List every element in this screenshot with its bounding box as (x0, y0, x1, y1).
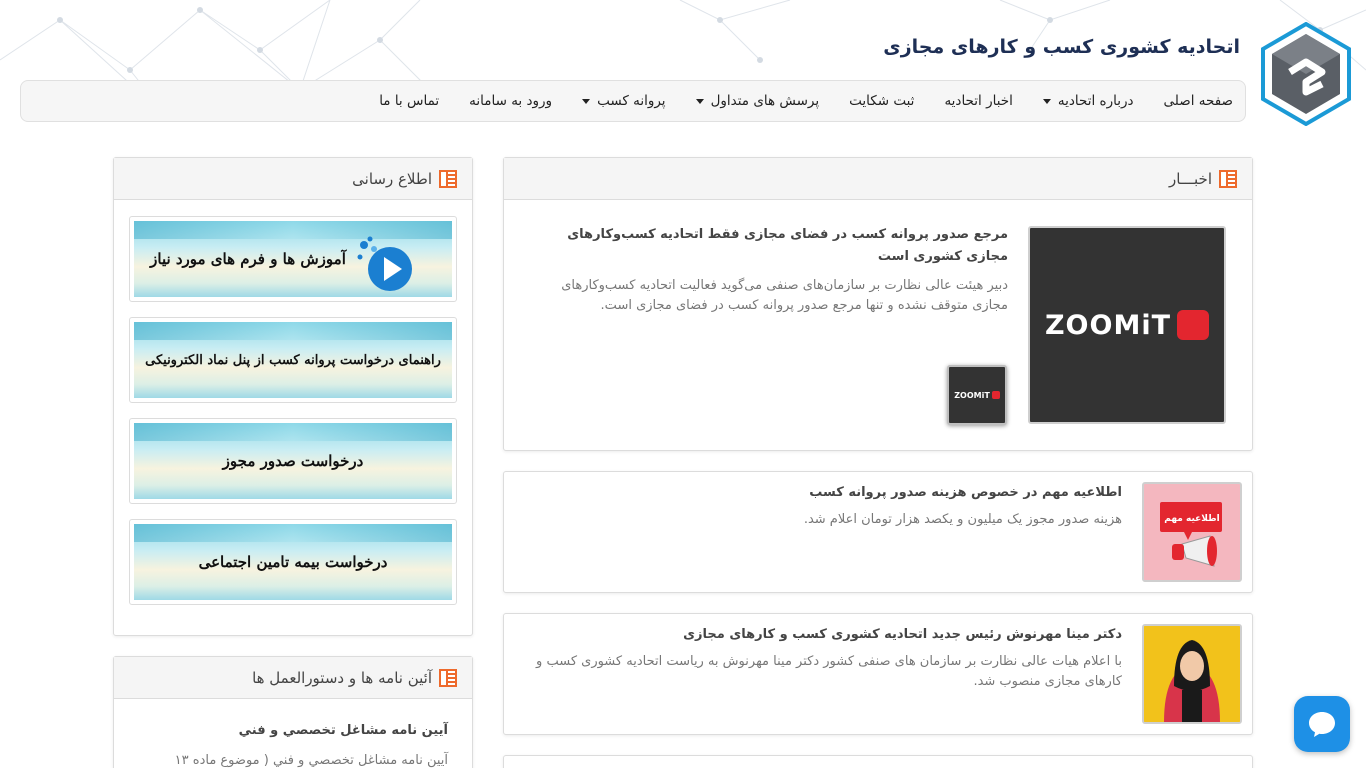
site-title[interactable]: اتحادیه کشوری کسب و کارهای مجازی (883, 36, 1240, 58)
news-item-text: دکتر مینا مهرنوش رئیس جدید اتحادیه کشوری… (512, 624, 1122, 692)
banner-label: درخواست صدور مجوز (222, 452, 364, 470)
news-list-item (503, 755, 1253, 768)
banner-background: درخواست بیمه تامین اجتماعی (134, 524, 452, 600)
info-panel-header: اطلاع رسانی (114, 158, 472, 200)
featured-news-text: مرجع صدور پروانه کسب در فضای مجازی فقط ا… (528, 224, 1008, 316)
newspaper-icon (1219, 169, 1237, 188)
chat-button[interactable] (1294, 696, 1350, 752)
nav-item-faq[interactable]: پرسش های متداول (695, 93, 819, 109)
featured-news-thumbnail[interactable]: ZOOMiT (947, 365, 1007, 425)
banner-background: راهنمای درخواست پروانه کسب از پنل نماد ا… (134, 322, 452, 398)
main-navbar: صفحه اصلی درباره اتحادیه اخبار اتحادیه ث… (20, 80, 1246, 122)
banner-background: آموزش ها و فرم های مورد نیاز (134, 221, 452, 297)
newspaper-icon (439, 169, 457, 188)
megaphone-icon (1160, 502, 1222, 567)
nav-item-about[interactable]: درباره اتحادیه (1042, 93, 1134, 109)
news-panel-title: اخبـــار (1169, 169, 1212, 188)
site-logo[interactable] (1260, 22, 1352, 126)
banner-permit-request[interactable]: درخواست صدور مجوز (129, 418, 457, 504)
zoomit-logo: ZOOMiT (1045, 310, 1210, 341)
info-panel: اطلاع رسانی آموزش ها و فرم های مورد نیاز… (113, 157, 473, 636)
regulation-item-summary: آيين نامه مشاغل تخصصي و فني ( موضوع ماده… (174, 753, 448, 768)
news-item-title[interactable]: دکتر مینا مهرنوش رئیس جدید اتحادیه کشوری… (512, 624, 1122, 646)
news-panel-header: اخبـــار (504, 158, 1252, 200)
banner-background: درخواست صدور مجوز (134, 423, 452, 499)
newspaper-icon (439, 668, 457, 687)
nav-item-news[interactable]: اخبار اتحادیه (944, 93, 1012, 109)
announcement-badge-text: اطلاعیه مهم (1164, 514, 1220, 524)
news-item-summary: با اعلام هیات عالی نظارت بر سازمان های ص… (536, 654, 1122, 689)
news-item-image[interactable] (1142, 624, 1242, 724)
news-list-item: دکتر مینا مهرنوش رئیس جدید اتحادیه کشوری… (503, 613, 1253, 735)
featured-news-image[interactable]: ZOOMiT (1028, 226, 1226, 424)
zoomit-logo-small: ZOOMiT (954, 391, 1000, 400)
news-item-title[interactable]: اطلاعیه مهم در خصوص هزینه صدور پروانه کس… (512, 482, 1122, 504)
nav-item-login[interactable]: ورود به سامانه (469, 93, 552, 109)
nav-item-license[interactable]: پروانه کسب (582, 93, 666, 109)
banner-training-forms[interactable]: آموزش ها و فرم های مورد نیاز (129, 216, 457, 302)
nav-item-complaint[interactable]: ثبت شکایت (849, 93, 914, 109)
banner-insurance-request[interactable]: درخواست بیمه تامین اجتماعی (129, 519, 457, 605)
nav-item-home[interactable]: صفحه اصلی (1164, 93, 1233, 109)
nav-item-contact[interactable]: تماس با ما (379, 93, 439, 109)
regulations-panel-title: آئین نامه ها و دستورالعمل ها (252, 668, 432, 687)
regulation-item-title[interactable]: آيين نامه مشاغل تخصصي و فني (239, 723, 448, 738)
news-item-image[interactable]: اطلاعیه مهم (1142, 482, 1242, 582)
banner-label: راهنمای درخواست پروانه کسب از پنل نماد ا… (145, 352, 441, 368)
featured-news-title[interactable]: مرجع صدور پروانه کسب در فضای مجازی فقط ا… (528, 224, 1008, 268)
news-list-item: اطلاعیه مهم اطلاعیه مهم در خصوص هزینه صد… (503, 471, 1253, 593)
chevron-down-icon (1042, 98, 1051, 104)
chat-bubble-icon (1309, 712, 1335, 737)
regulations-panel-header: آئین نامه ها و دستورالعمل ها (114, 657, 472, 699)
featured-news-summary: دبیر هیئت عالی نظارت بر سازمان‌های صنفی … (561, 278, 1008, 313)
news-item-text: اطلاعیه مهم در خصوص هزینه صدور پروانه کس… (512, 482, 1122, 530)
news-panel: اخبـــار ZOOMiT ZOOMiT مرجع صدور پروانه … (503, 157, 1253, 451)
banner-license-guide[interactable]: راهنمای درخواست پروانه کسب از پنل نماد ا… (129, 317, 457, 403)
banner-label: درخواست بیمه تامین اجتماعی (198, 553, 388, 571)
news-item-summary: هزینه صدور مجوز یک میلیون و یکصد هزار تو… (803, 512, 1122, 527)
banner-label: آموزش ها و فرم های مورد نیاز (150, 250, 346, 268)
portrait-photo (1144, 626, 1240, 722)
play-icon (357, 236, 412, 291)
chevron-down-icon (695, 98, 704, 104)
chevron-down-icon (582, 98, 591, 104)
regulations-panel: آئین نامه ها و دستورالعمل ها آيين نامه م… (113, 656, 473, 768)
info-panel-title: اطلاع رسانی (352, 169, 432, 188)
